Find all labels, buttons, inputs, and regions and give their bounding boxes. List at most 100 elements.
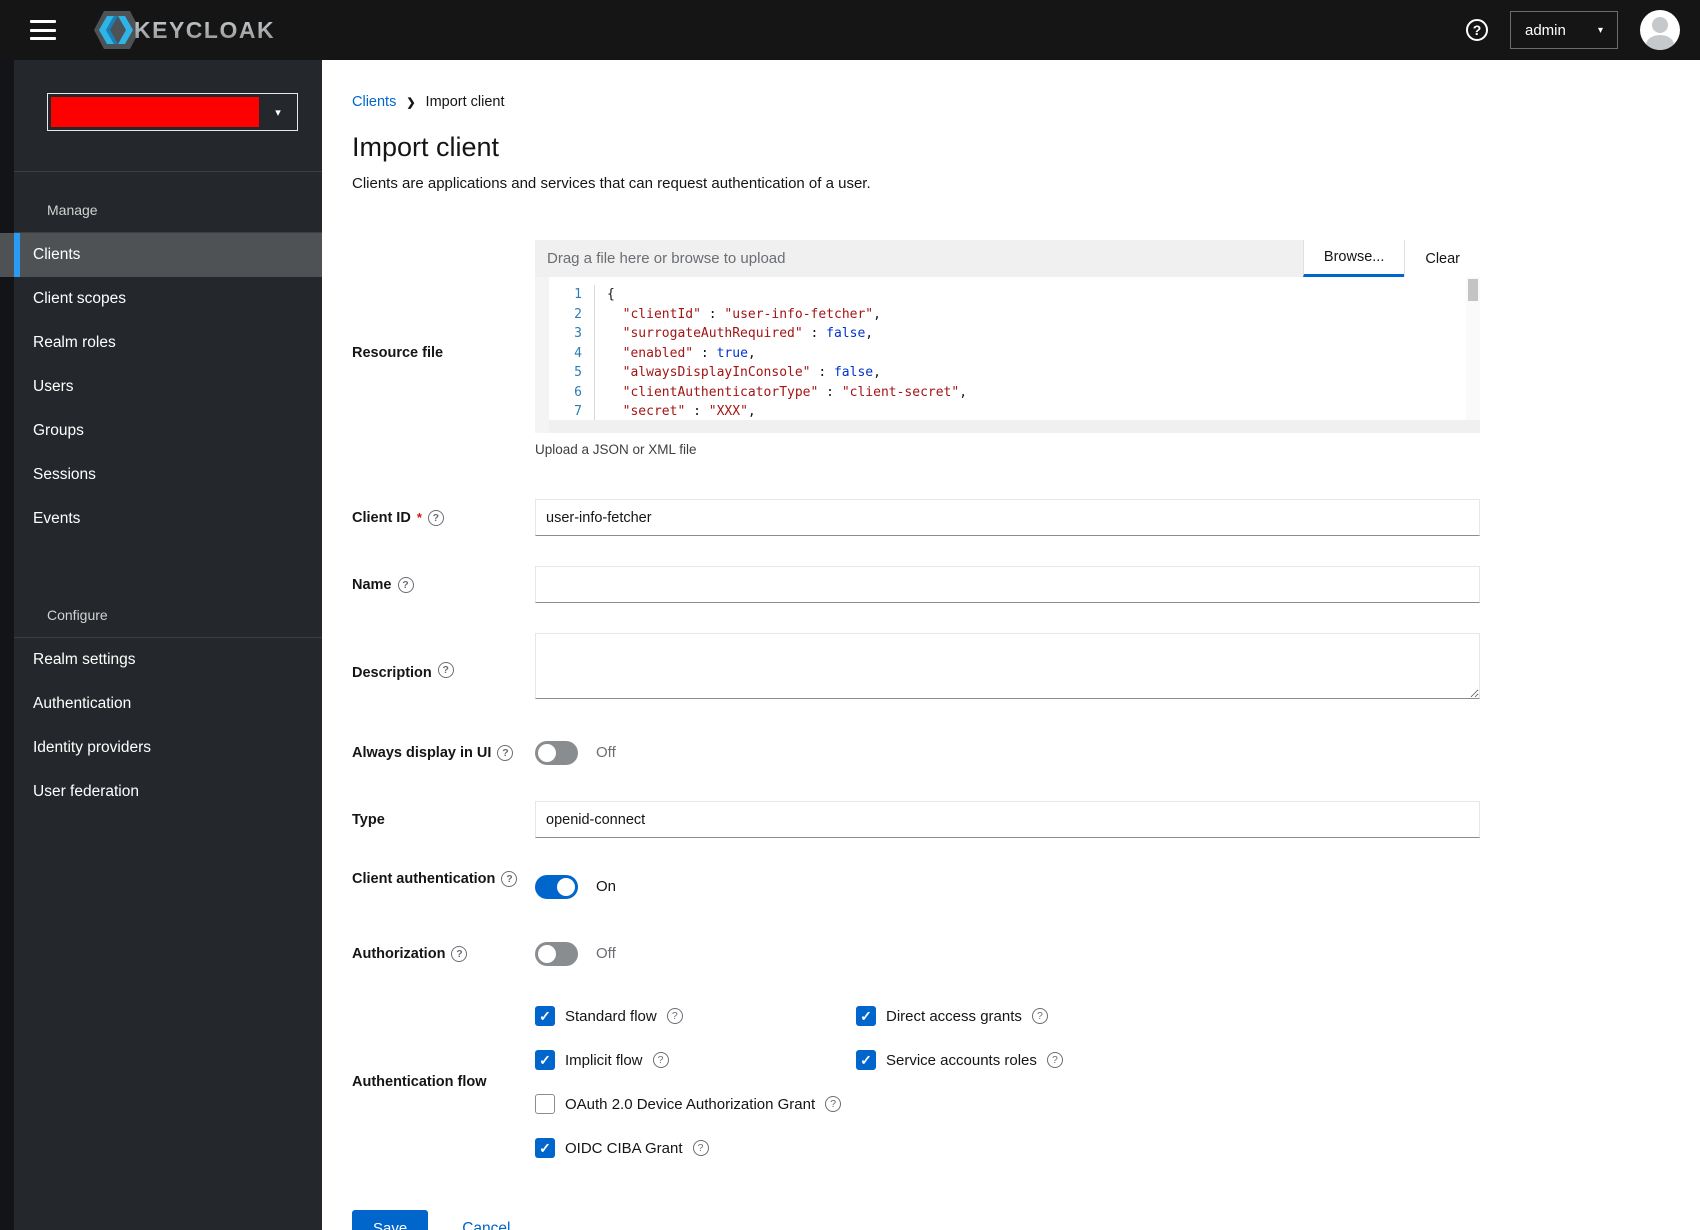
editor-vertical-scrollbar[interactable] — [1466, 277, 1480, 420]
resource-file-row: Resource file Drag a file here or browse… — [352, 240, 1700, 457]
toggle-state-text: On — [596, 878, 617, 895]
flow-option-direct-access-grants: ✓ Direct access grants? — [856, 1006, 1480, 1026]
form-actions: Save Cancel — [352, 1210, 1700, 1230]
cancel-button[interactable]: Cancel — [462, 1220, 510, 1230]
description-textarea[interactable] — [535, 633, 1480, 699]
masthead: KEYCLOAK ? admin ▾ — [0, 0, 1700, 60]
nav-section-title: Manage — [14, 192, 322, 233]
main-content: Clients ❯ Import client Import client Cl… — [322, 60, 1700, 1230]
client-auth-toggle[interactable] — [535, 874, 578, 899]
help-icon[interactable]: ? — [437, 662, 454, 678]
help-icon[interactable]: ? — [1466, 19, 1488, 41]
toggle-state-text: Off — [596, 744, 616, 761]
user-dropdown-label: admin — [1525, 21, 1566, 39]
chevron-down-icon: ▾ — [1597, 24, 1603, 36]
help-icon[interactable]: ? — [397, 576, 414, 593]
checkbox-checked[interactable]: ✓ — [535, 1006, 555, 1026]
keycloak-admin-console: KEYCLOAK ? admin ▾ ▾ Manage Clients Client… — [0, 0, 1700, 1230]
file-upload-group: Drag a file here or browse to upload Bro… — [535, 240, 1480, 277]
sidebar: ▾ Manage Clients Client scopes Realm roles U… — [0, 60, 322, 1230]
json-code-editor[interactable]: 1234567 { "clientId" : "user-info-fetche… — [535, 277, 1480, 433]
editor-line-numbers: 1234567 — [549, 285, 595, 420]
upload-helper-text: Upload a JSON or XML file — [535, 442, 697, 457]
client-id-label: Client ID * ? — [352, 499, 535, 536]
sidebar-item-sessions[interactable]: Sessions — [0, 453, 322, 497]
checkbox-checked[interactable]: ✓ — [856, 1006, 876, 1026]
sidebar-item-events[interactable]: Events — [0, 497, 322, 541]
always-display-toggle[interactable] — [535, 740, 578, 765]
flow-option-implicit-flow: ✓ Implicit flow? — [535, 1050, 856, 1070]
sidebar-item-realm-roles[interactable]: Realm roles — [0, 321, 322, 365]
editor-code[interactable]: { "clientId" : "user-info-fetcher", "sur… — [595, 285, 1466, 420]
breadcrumb-current: Import client — [425, 94, 505, 110]
always-display-label: Always display in UI ? — [352, 734, 535, 771]
import-client-form: Resource file Drag a file here or browse… — [352, 240, 1700, 1230]
breadcrumb-separator-icon: ❯ — [406, 96, 416, 109]
checkbox-checked[interactable]: ✓ — [535, 1050, 555, 1070]
help-icon[interactable]: ? — [1031, 1008, 1048, 1024]
checkbox-label: Standard flow — [565, 1007, 657, 1025]
authorization-toggle[interactable] — [535, 941, 578, 966]
nav-section-configure: Configure Realm settings Authentication Ide… — [0, 597, 322, 814]
resource-file-label: Resource file — [352, 345, 444, 361]
checkbox-label: Implicit flow — [565, 1051, 643, 1069]
sidebar-item-user-federation[interactable]: User federation — [0, 770, 322, 814]
breadcrumb-clients-link[interactable]: Clients — [352, 94, 396, 110]
checkbox-checked[interactable]: ✓ — [535, 1138, 555, 1158]
client-auth-label: Client authentication ? — [352, 868, 535, 905]
help-icon[interactable]: ? — [427, 509, 444, 526]
nav-section-manage: Manage Clients Client scopes Realm roles Use… — [0, 192, 322, 541]
toggle-state-text: Off — [596, 945, 616, 962]
flow-option-oidc-ciba-grant: ✓ OIDC CIBA Grant? — [535, 1138, 1480, 1158]
description-row: Description ? — [352, 633, 1700, 704]
editor-horizontal-scrollbar[interactable] — [549, 420, 1480, 433]
nav-toggle-icon[interactable] — [30, 20, 56, 40]
flow-option-standard-flow: ✓ Standard flow? — [535, 1006, 856, 1026]
help-icon[interactable]: ? — [692, 1140, 709, 1156]
avatar[interactable] — [1640, 10, 1680, 50]
client-id-input[interactable] — [535, 499, 1480, 536]
help-icon[interactable]: ? — [1046, 1052, 1063, 1068]
sidebar-item-authentication[interactable]: Authentication — [0, 682, 322, 726]
help-icon[interactable]: ? — [497, 744, 514, 761]
help-icon[interactable]: ? — [652, 1052, 669, 1068]
realm-selector[interactable]: ▾ — [47, 93, 298, 131]
description-label: Description ? — [352, 633, 535, 704]
breadcrumb: Clients ❯ Import client — [352, 94, 1700, 110]
help-icon[interactable]: ? — [501, 871, 518, 887]
help-icon[interactable]: ? — [451, 945, 468, 962]
nav-section-title: Configure — [14, 597, 322, 638]
user-dropdown[interactable]: admin ▾ — [1510, 11, 1618, 49]
name-row: Name ? — [352, 566, 1700, 603]
sidebar-item-groups[interactable]: Groups — [0, 409, 322, 453]
client-id-row: Client ID * ? — [352, 499, 1700, 536]
sidebar-item-users[interactable]: Users — [0, 365, 322, 409]
flow-option-service-accounts-roles: ✓ Service accounts roles? — [856, 1050, 1480, 1070]
name-input[interactable] — [535, 566, 1480, 603]
brand-name: KEYCLOAK — [134, 16, 276, 43]
realm-name-redacted — [51, 97, 259, 127]
sidebar-item-clients[interactable]: Clients — [0, 233, 322, 277]
authorization-row: Authorization ? Off — [352, 935, 1700, 972]
sidebar-item-realm-settings[interactable]: Realm settings — [0, 638, 322, 682]
checkbox-label: Direct access grants — [886, 1007, 1022, 1025]
page-subtitle: Clients are applications and services th… — [352, 175, 871, 192]
help-icon[interactable]: ? — [825, 1096, 842, 1112]
name-label: Name ? — [352, 566, 535, 603]
checkbox-checked[interactable]: ✓ — [856, 1050, 876, 1070]
client-auth-row: Client authentication ? On — [352, 868, 1700, 905]
type-row: Type — [352, 801, 1700, 838]
file-drop-zone[interactable]: Drag a file here or browse to upload — [535, 240, 1303, 277]
sidebar-item-client-scopes[interactable]: Client scopes — [0, 277, 322, 321]
sidebar-item-identity-providers[interactable]: Identity providers — [0, 726, 322, 770]
auth-flow-row: Authentication flow ✓ Standard flow? ✓ Dire… — [352, 1006, 1700, 1158]
save-button[interactable]: Save — [352, 1210, 429, 1230]
help-icon[interactable]: ? — [666, 1008, 683, 1024]
authorization-label: Authorization ? — [352, 935, 535, 972]
browse-button[interactable]: Browse... — [1302, 240, 1405, 277]
page-title: Import client — [352, 132, 500, 162]
keycloak-logo: KEYCLOAK — [90, 7, 275, 53]
type-input[interactable] — [535, 801, 1480, 838]
clear-button[interactable]: Clear — [1404, 240, 1480, 277]
checkbox-unchecked[interactable] — [535, 1094, 555, 1114]
